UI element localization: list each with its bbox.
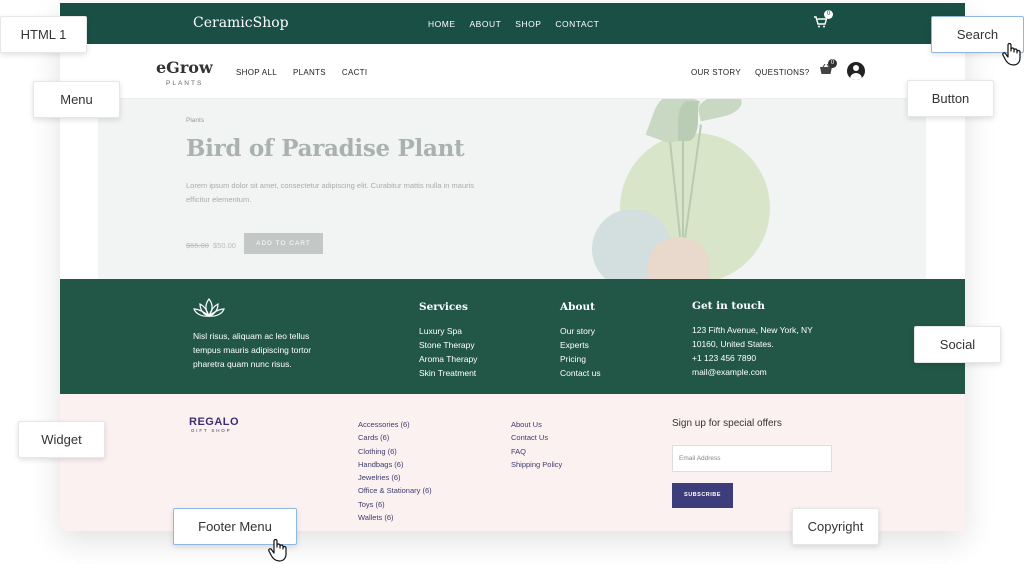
signup-heading: Sign up for special offers xyxy=(672,418,782,429)
nav-contact[interactable]: CONTACT xyxy=(555,19,599,29)
about-link[interactable]: Pricing xyxy=(560,352,601,366)
info-link[interactable]: Contact Us xyxy=(511,431,562,444)
about-heading: About xyxy=(560,301,595,313)
egrow-logo-sub: PLANTS xyxy=(166,80,204,87)
regalo-logo-sub: GIFT SHOP xyxy=(191,428,232,433)
category-link[interactable]: Handbags (6) xyxy=(358,458,432,471)
new-price: $50.00 xyxy=(213,241,236,250)
ceramic-header: CeramicShop HOME ABOUT SHOP CONTACT 0 xyxy=(60,3,965,44)
hand-cursor-icon xyxy=(268,538,287,562)
category-link[interactable]: Clothing (6) xyxy=(358,445,432,458)
nav-cacti[interactable]: CACTI xyxy=(342,68,368,77)
info-link[interactable]: Shipping Policy xyxy=(511,458,562,471)
about-link[interactable]: Experts xyxy=(560,338,601,352)
contact-line: mail@example.com xyxy=(692,367,767,377)
user-account-icon[interactable] xyxy=(847,62,865,80)
nav-plants[interactable]: PLANTS xyxy=(293,68,326,77)
about-link[interactable]: Our story xyxy=(560,324,601,338)
egrow-logo[interactable]: eGrow xyxy=(156,58,213,77)
category-link[interactable]: Cards (6) xyxy=(358,431,432,444)
category-link[interactable]: Jewelries (6) xyxy=(358,471,432,484)
category-link[interactable]: Accessories (6) xyxy=(358,418,432,431)
old-price: $65.00 xyxy=(186,241,209,250)
services-link[interactable]: Skin Treatment xyxy=(419,366,477,380)
regalo-logo[interactable]: REGALO xyxy=(189,416,239,428)
callout-html1[interactable]: HTML 1 xyxy=(0,16,87,53)
nav-questions[interactable]: QUESTIONS? xyxy=(755,68,810,77)
callout-menu[interactable]: Menu xyxy=(33,81,120,118)
nav-about[interactable]: ABOUT xyxy=(470,19,502,29)
services-link[interactable]: Luxury Spa xyxy=(419,324,477,338)
website-preview: CeramicShop HOME ABOUT SHOP CONTACT 0 eG… xyxy=(60,3,965,531)
contact-column: Get in touch 123 Fifth Avenue, New York,… xyxy=(692,300,813,379)
cart-count: 0 xyxy=(824,10,833,19)
ceramic-logo[interactable]: CeramicShop xyxy=(193,15,289,31)
services-heading: Services xyxy=(419,301,468,313)
nav-home[interactable]: HOME xyxy=(428,19,456,29)
basket-icon[interactable]: 0 xyxy=(820,59,837,77)
info-links: About Us Contact Us FAQ Shipping Policy xyxy=(511,418,562,471)
category-link[interactable]: Wallets (6) xyxy=(358,511,432,524)
contact-line: 10160, United States. xyxy=(692,339,774,349)
contact-line: 123 Fifth Avenue, New York, NY xyxy=(692,325,813,335)
basket-count: 0 xyxy=(828,59,837,68)
callout-widget[interactable]: Widget xyxy=(18,421,105,458)
info-link[interactable]: About Us xyxy=(511,418,562,431)
breadcrumb[interactable]: Plants xyxy=(186,117,204,124)
nav-our-story[interactable]: OUR STORY xyxy=(691,68,741,77)
services-link[interactable]: Stone Therapy xyxy=(419,338,477,352)
category-link[interactable]: Toys (6) xyxy=(358,498,432,511)
email-field[interactable]: Email Address xyxy=(672,445,832,472)
product-title: Bird of Paradise Plant xyxy=(186,135,465,162)
info-link[interactable]: FAQ xyxy=(511,445,562,458)
add-to-cart-button[interactable]: ADD TO CART xyxy=(244,233,323,254)
ceramic-nav: HOME ABOUT SHOP CONTACT xyxy=(428,19,599,29)
callout-copyright[interactable]: Copyright xyxy=(792,508,879,545)
callout-button[interactable]: Button xyxy=(907,80,994,117)
callout-social[interactable]: Social xyxy=(914,326,1001,363)
about-link[interactable]: Contact us xyxy=(560,366,601,380)
category-list: Accessories (6) Cards (6) Clothing (6) H… xyxy=(358,418,432,524)
services-link[interactable]: Aroma Therapy xyxy=(419,352,477,366)
product-description: Lorem ipsum dolor sit amet, consectetur … xyxy=(186,181,475,204)
egrow-nav-right: OUR STORY QUESTIONS? xyxy=(691,68,810,77)
product-hero: Plants Bird of Paradise Plant Lorem ipsu… xyxy=(98,99,926,279)
category-link[interactable]: Office & Stationary (6) xyxy=(358,484,432,497)
footer-about-text: Nisl risus, aliquam ac leo tellus tempus… xyxy=(193,331,312,369)
about-column: About Our story Experts Pricing Contact … xyxy=(560,301,601,380)
egrow-nav-left: SHOP ALL PLANTS CACTI xyxy=(236,68,367,77)
social-footer: Nisl risus, aliquam ac leo tellus tempus… xyxy=(60,279,965,394)
subscribe-button[interactable]: SUBSCRIBE xyxy=(672,483,733,508)
cart-icon[interactable]: 0 xyxy=(814,10,833,31)
lotus-icon xyxy=(193,298,225,318)
contact-line: +1 123 456 7890 xyxy=(692,353,757,363)
hand-cursor-icon xyxy=(1002,42,1021,66)
nav-shop[interactable]: SHOP xyxy=(515,19,541,29)
contact-heading: Get in touch xyxy=(692,300,765,312)
nav-shop-all[interactable]: SHOP ALL xyxy=(236,68,277,77)
services-column: Services Luxury Spa Stone Therapy Aroma … xyxy=(419,301,477,380)
egrow-header: eGrow PLANTS SHOP ALL PLANTS CACTI OUR S… xyxy=(60,44,965,99)
